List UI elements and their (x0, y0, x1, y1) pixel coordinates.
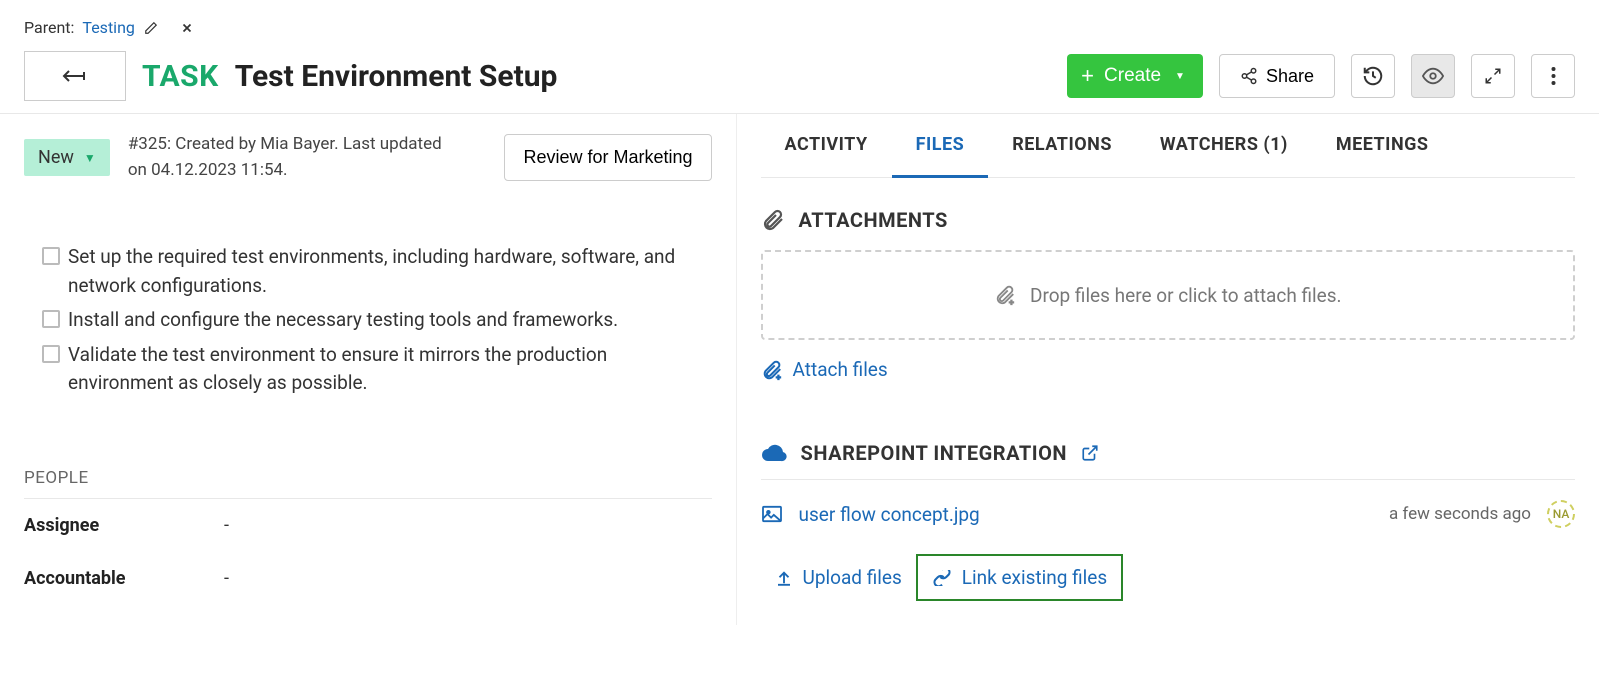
task-title: Test Environment Setup (235, 59, 558, 94)
assignee-label: Assignee (24, 515, 224, 536)
checkbox[interactable] (42, 345, 60, 363)
people-row-accountable: Accountable - (24, 552, 712, 605)
tabs: ACTIVITY FILES RELATIONS WATCHERS (1) ME… (761, 114, 1575, 178)
tab-meetings[interactable]: MEETINGS (1312, 114, 1453, 177)
upload-files-label: Upload files (803, 566, 902, 589)
external-link-icon[interactable] (1081, 444, 1099, 462)
status-row: New ▼ #325: Created by Mia Bayer. Last u… (24, 132, 712, 183)
upload-files-link[interactable]: Upload files (761, 556, 916, 599)
review-button[interactable]: Review for Marketing (504, 134, 711, 181)
parent-label: Parent: (24, 18, 74, 37)
checklist: Set up the required test environments, i… (24, 243, 712, 398)
task-meta: #325: Created by Mia Bayer. Last updated… (128, 132, 458, 183)
share-label: Share (1266, 66, 1314, 87)
breadcrumb: Parent: Testing (0, 0, 1599, 45)
accountable-label: Accountable (24, 568, 224, 589)
task-type-badge: TASK (142, 59, 219, 94)
dropzone[interactable]: Drop files here or click to attach files… (761, 250, 1575, 340)
people-row-assignee: Assignee - (24, 499, 712, 552)
create-label: Create (1104, 65, 1161, 87)
tab-files[interactable]: FILES (892, 114, 989, 178)
image-file-icon (761, 505, 783, 523)
checkbox[interactable] (42, 310, 60, 328)
parent-link[interactable]: Testing (82, 18, 134, 37)
back-button[interactable] (24, 51, 126, 101)
right-column: ACTIVITY FILES RELATIONS WATCHERS (1) ME… (736, 114, 1599, 625)
close-parent-icon[interactable] (179, 20, 195, 36)
accountable-value[interactable]: - (224, 568, 229, 589)
history-button[interactable] (1351, 54, 1395, 98)
attachments-heading: ATTACHMENTS (799, 208, 948, 232)
link-existing-label: Link existing files (962, 566, 1107, 589)
tab-relations[interactable]: RELATIONS (988, 114, 1136, 177)
author-badge: NA (1547, 500, 1575, 528)
attach-files-label: Attach files (793, 358, 888, 381)
create-button[interactable]: + Create ▼ (1067, 54, 1203, 98)
paperclip-icon (761, 208, 785, 232)
checklist-item: Install and configure the necessary test… (42, 306, 712, 335)
file-row: user flow concept.jpg a few seconds ago … (761, 480, 1575, 548)
header: TASK Test Environment Setup + Create ▼ S… (0, 45, 1599, 114)
plus-icon: + (1081, 65, 1094, 87)
attachments-header: ATTACHMENTS (761, 208, 1575, 232)
checklist-text: Validate the test environment to ensure … (68, 341, 712, 398)
sharepoint-header: SHAREPOINT INTEGRATION (761, 441, 1575, 480)
chevron-down-icon: ▼ (84, 151, 96, 165)
fullscreen-button[interactable] (1471, 54, 1515, 98)
cloud-icon (761, 443, 787, 463)
people-section: PEOPLE Assignee - Accountable - (24, 468, 712, 605)
content: New ▼ #325: Created by Mia Bayer. Last u… (0, 114, 1599, 625)
assignee-value[interactable]: - (224, 515, 229, 536)
chevron-down-icon: ▼ (1175, 71, 1185, 82)
attach-files-link[interactable]: Attach files (761, 358, 1575, 381)
tab-activity[interactable]: ACTIVITY (761, 114, 892, 177)
more-button[interactable] (1531, 54, 1575, 98)
sharepoint-heading: SHAREPOINT INTEGRATION (801, 441, 1067, 465)
people-heading: PEOPLE (24, 468, 712, 499)
checklist-item: Set up the required test environments, i… (42, 243, 712, 300)
watch-button[interactable] (1411, 54, 1455, 98)
left-column: New ▼ #325: Created by Mia Bayer. Last u… (0, 114, 736, 625)
status-chip[interactable]: New ▼ (24, 139, 110, 176)
checklist-text: Install and configure the necessary test… (68, 306, 618, 335)
checklist-item: Validate the test environment to ensure … (42, 341, 712, 398)
link-existing-files-link[interactable]: Link existing files (916, 554, 1123, 601)
file-time: a few seconds ago (1389, 504, 1531, 524)
checkbox[interactable] (42, 247, 60, 265)
sharepoint-actions: Upload files Link existing files (761, 554, 1575, 601)
tab-watchers[interactable]: WATCHERS (1) (1136, 114, 1312, 177)
checklist-text: Set up the required test environments, i… (68, 243, 712, 300)
share-button[interactable]: Share (1219, 54, 1335, 98)
status-label: New (38, 147, 74, 168)
file-name[interactable]: user flow concept.jpg (799, 503, 980, 526)
dropzone-text: Drop files here or click to attach files… (1030, 284, 1342, 307)
edit-parent-icon[interactable] (143, 20, 159, 36)
